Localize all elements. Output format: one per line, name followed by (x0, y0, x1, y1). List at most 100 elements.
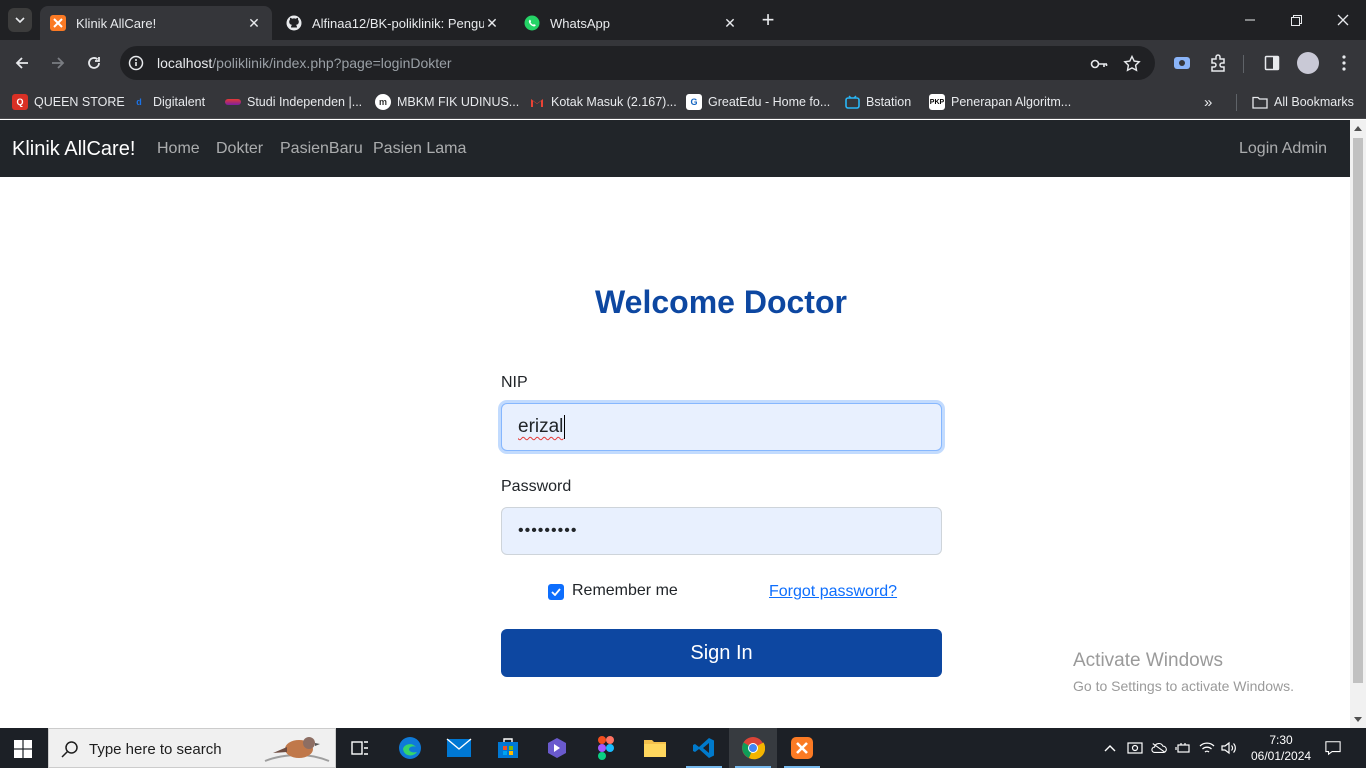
close-tab-icon[interactable]: ✕ (722, 15, 738, 31)
screen-capture-icon[interactable] (1172, 53, 1192, 73)
bookmark-bstation[interactable]: Bstation (844, 93, 911, 111)
mail-icon (446, 738, 472, 757)
nav-pasien-lama[interactable]: Pasien Lama (373, 140, 466, 158)
url-text: localhost/poliklinik/index.php?page=logi… (157, 55, 452, 71)
taskbar-figma[interactable] (582, 728, 630, 768)
bstation-icon (844, 94, 860, 110)
minimize-button[interactable] (1240, 10, 1260, 30)
tab-title: Alfinaa12/BK-poliklinik: Pengun (312, 15, 484, 31)
tray-wifi[interactable] (1199, 740, 1215, 756)
page-scrollbar[interactable] (1350, 120, 1366, 728)
check-icon (551, 588, 561, 596)
notification-icon (1325, 741, 1341, 756)
scrollbar-thumb[interactable] (1353, 138, 1363, 683)
tab-whatsapp[interactable]: WhatsApp ✕ (514, 6, 748, 40)
kampus-merdeka-icon (225, 99, 241, 105)
arrow-left-icon (15, 57, 28, 69)
show-hidden-icons[interactable] (1102, 740, 1118, 756)
taskbar-store[interactable] (484, 728, 532, 768)
taskbar-clock[interactable]: 7:30 06/01/2024 (1251, 732, 1311, 764)
scroll-up-icon[interactable] (1354, 126, 1362, 131)
key-icon[interactable] (1090, 55, 1108, 73)
tray-camera[interactable] (1127, 740, 1143, 756)
back-button[interactable] (11, 52, 33, 74)
task-view-button[interactable] (336, 728, 384, 768)
nav-home[interactable]: Home (157, 140, 200, 158)
arrow-right-icon (52, 57, 65, 69)
sign-in-button[interactable]: Sign In (501, 629, 942, 677)
page-viewport: Klinik AllCare! Home Dokter PasienBaru P… (0, 120, 1350, 728)
minimize-icon (1245, 19, 1255, 21)
search-icon (61, 741, 78, 758)
restore-button[interactable] (1286, 10, 1306, 30)
side-panel-icon[interactable] (1262, 53, 1282, 73)
taskbar-xampp[interactable] (778, 728, 826, 768)
tab-github[interactable]: Alfinaa12/BK-poliklinik: Pengun ✕ (276, 6, 510, 40)
tray-battery[interactable] (1175, 740, 1191, 756)
tab-klinik-allcare[interactable]: Klinik AllCare! ✕ (40, 6, 272, 40)
power-automate-icon (548, 738, 566, 758)
star-icon[interactable] (1123, 55, 1141, 73)
bookmark-digitalent[interactable]: d Digitalent (131, 93, 205, 111)
taskbar-file-explorer[interactable] (631, 728, 679, 768)
taskbar-search-box[interactable]: Type here to search (48, 728, 336, 768)
store-icon (498, 738, 518, 758)
site-info-icon[interactable] (128, 55, 144, 71)
toolbar-divider (1243, 55, 1244, 73)
taskbar-edge[interactable] (386, 728, 434, 768)
taskbar-mail[interactable] (435, 728, 483, 768)
more-menu-icon[interactable] (1334, 53, 1354, 73)
bookmark-studi-independen[interactable]: Studi Independen |... (225, 93, 362, 111)
bookmark-mbkm[interactable]: m MBKM FIK UDINUS... (375, 93, 519, 111)
nip-value: erizal (518, 416, 564, 437)
cloud-icon (1151, 743, 1167, 753)
scroll-down-icon[interactable] (1354, 717, 1362, 722)
folder-icon (644, 740, 666, 757)
tab-search-button[interactable] (8, 8, 32, 32)
bookmark-queen-store[interactable]: Q QUEEN STORE (12, 93, 125, 111)
close-tab-icon[interactable]: ✕ (246, 15, 262, 31)
nav-login-admin[interactable]: Login Admin (1239, 140, 1327, 158)
password-label: Password (501, 478, 572, 495)
vscode-icon (693, 738, 714, 758)
site-brand[interactable]: Klinik AllCare! (12, 138, 135, 161)
password-mask: ••••••••• (518, 522, 578, 539)
close-tab-icon[interactable]: ✕ (484, 15, 500, 31)
tray-volume[interactable] (1221, 740, 1237, 756)
nip-input[interactable]: erizal (501, 403, 942, 451)
gmail-icon (529, 94, 545, 110)
reload-icon (88, 57, 100, 69)
search-placeholder: Type here to search (89, 741, 222, 758)
remember-me-label[interactable]: Remember me (572, 582, 678, 600)
nav-dokter[interactable]: Dokter (216, 140, 263, 158)
remember-me-checkbox[interactable] (548, 584, 564, 600)
profile-avatar[interactable] (1297, 52, 1319, 74)
page-title: Welcome Doctor (595, 284, 847, 320)
bookmark-penerapan[interactable]: PKP Penerapan Algoritm... (929, 93, 1071, 111)
github-icon (286, 15, 302, 31)
extensions-icon[interactable] (1208, 53, 1228, 73)
tab-title: WhatsApp (550, 15, 610, 31)
forgot-password-link[interactable]: Forgot password? (769, 583, 897, 601)
bookmark-greatedu[interactable]: G GreatEdu - Home fo... (686, 93, 830, 111)
windows-start-icon[interactable] (14, 740, 32, 758)
taskbar-chrome[interactable] (729, 728, 777, 768)
close-window-button[interactable] (1333, 10, 1353, 30)
all-bookmarks-button[interactable]: All Bookmarks (1252, 93, 1354, 111)
bookmarks-bar: Q QUEEN STORE d Digitalent Studi Independe… (0, 86, 1366, 119)
reload-button[interactable] (83, 52, 105, 74)
new-tab-button[interactable]: + (758, 9, 778, 31)
watermark-title: Activate Windows (1073, 650, 1223, 671)
more-bookmarks-icon[interactable]: » (1204, 93, 1212, 111)
taskbar-power-automate[interactable] (533, 728, 581, 768)
forward-button[interactable] (47, 52, 69, 74)
restore-icon (1290, 14, 1302, 26)
tray-network-disconnected[interactable] (1151, 740, 1167, 756)
taskbar-vscode[interactable] (680, 728, 728, 768)
bookmark-gmail[interactable]: Kotak Masuk (2.167)... (529, 93, 677, 111)
address-bar[interactable]: localhost/poliklinik/index.php?page=logi… (120, 46, 1155, 80)
action-center-button[interactable] (1325, 740, 1341, 756)
browser-toolbar: localhost/poliklinik/index.php?page=logi… (0, 40, 1366, 86)
password-input[interactable]: ••••••••• (501, 507, 942, 555)
nav-pasien-baru[interactable]: PasienBaru (280, 140, 363, 158)
